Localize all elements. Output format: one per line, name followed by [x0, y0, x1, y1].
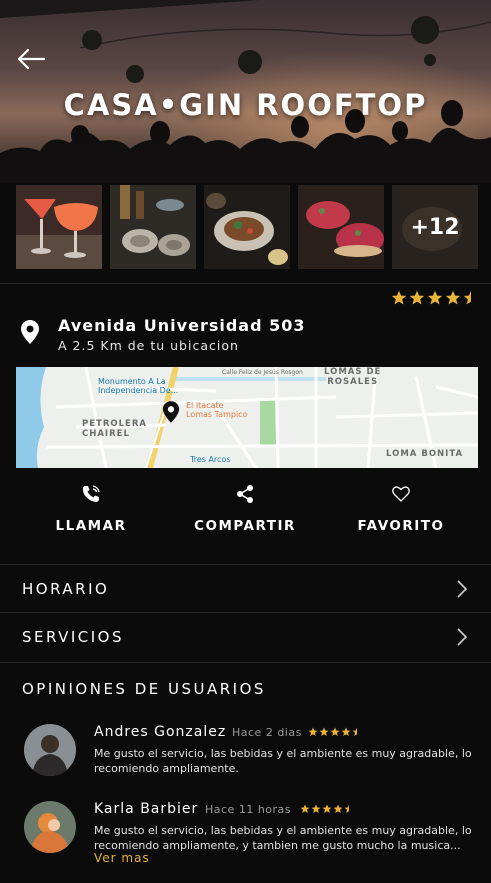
- divider: [0, 662, 491, 663]
- call-label: LLAMAR: [55, 518, 127, 534]
- star-full-icon: [311, 804, 321, 813]
- share-label: COMPARTIR: [194, 518, 296, 534]
- distance-text: A 2.5 Km de tu ubicacion: [58, 338, 239, 353]
- phone-icon: [82, 485, 100, 502]
- map-marker-icon: [162, 401, 180, 423]
- star-full-icon: [330, 727, 340, 736]
- review-time: Hace 11 horas: [205, 803, 292, 816]
- star-full-icon: [319, 727, 329, 736]
- star-full-icon: [300, 804, 310, 813]
- review-item: Andres Gonzalez Hace 2 dias Me gusto el …: [22, 724, 482, 794]
- user-photo: [24, 724, 76, 776]
- more-photos-count: +12: [392, 185, 478, 269]
- tacos-image: [204, 185, 290, 269]
- review-item: Karla Barbier Hace 11 horas Me gusto el …: [22, 801, 482, 871]
- map-label-petrolera: PETROLERA CHAIREL: [82, 419, 147, 439]
- avatar: [24, 801, 76, 853]
- map-label-itacate: El Itacate Lomas Tampico: [186, 401, 248, 419]
- rooftop-decoration: [0, 0, 491, 83]
- review-stars: [300, 804, 354, 814]
- star-half-icon: [463, 290, 471, 305]
- review-time: Hace 2 dias: [232, 726, 302, 739]
- star-full-icon: [427, 290, 443, 305]
- hero-banner: CASA•GIN ROOFTOP: [0, 0, 491, 183]
- gallery-photo-dish[interactable]: [298, 185, 384, 269]
- gallery-photo-cocktails[interactable]: [16, 185, 102, 269]
- divider: [0, 564, 491, 565]
- map-label-tres-arcos: Tres Arcos: [190, 455, 231, 464]
- location-map[interactable]: LOMAS DE ROSALES Monumento A La Independ…: [16, 367, 478, 468]
- services-row[interactable]: SERVICIOS: [0, 614, 491, 660]
- gallery-photo-tacos[interactable]: [204, 185, 290, 269]
- star-full-icon: [391, 290, 407, 305]
- star-full-icon: [322, 804, 332, 813]
- reviews-title: OPINIONES DE USUARIOS: [22, 680, 266, 698]
- chevron-right-icon: [457, 580, 468, 598]
- avatar: [24, 724, 76, 776]
- oysters-image: [110, 185, 196, 269]
- star-half-icon: [344, 804, 349, 813]
- gallery-more-photos[interactable]: +12: [392, 185, 478, 269]
- hours-row[interactable]: HORARIO: [0, 566, 491, 612]
- divider: [0, 283, 491, 284]
- action-bar: LLAMAR COMPARTIR FAVORITO: [0, 482, 491, 544]
- chevron-right-icon: [457, 628, 468, 646]
- favorite-button[interactable]: FAVORITO: [326, 482, 476, 544]
- venue-title: CASA•GIN ROOFTOP: [63, 88, 428, 122]
- gallery-photo-oysters[interactable]: [110, 185, 196, 269]
- map-label-lomas-rosales: LOMAS DE ROSALES: [324, 367, 382, 387]
- services-label: SERVICIOS: [22, 628, 125, 646]
- share-icon: [237, 485, 253, 503]
- call-button[interactable]: LLAMAR: [16, 482, 166, 544]
- review-text: Me gusto el servicio, las bebidas y el a…: [94, 824, 472, 852]
- photo-gallery: +12: [16, 185, 486, 269]
- divider: [0, 612, 491, 613]
- heart-icon: [392, 486, 410, 502]
- star-full-icon: [308, 727, 318, 736]
- reviewer-name: Karla Barbier: [94, 801, 199, 817]
- star-full-icon: [409, 290, 425, 305]
- star-half-icon: [352, 727, 357, 736]
- review-text: Me gusto el servicio, las bebidas y el a…: [94, 747, 472, 775]
- favorite-label: FAVORITO: [357, 518, 445, 534]
- address-block: Avenida Universidad 503 A 2.5 Km de tu u…: [20, 316, 480, 356]
- see-more-link[interactable]: Ver mas: [94, 851, 150, 865]
- hours-label: HORARIO: [22, 580, 110, 598]
- map-label-street: Calle Feliz de Jesús Rosgon: [222, 369, 303, 376]
- star-full-icon: [333, 804, 343, 813]
- map-label-loma-bonita: LOMA BONITA: [386, 449, 464, 459]
- address-line: Avenida Universidad 503: [58, 316, 306, 335]
- back-arrow-icon[interactable]: [14, 44, 48, 74]
- location-pin-icon: [21, 320, 39, 344]
- star-full-icon: [445, 290, 461, 305]
- share-button[interactable]: COMPARTIR: [170, 482, 320, 544]
- star-full-icon: [341, 727, 351, 736]
- venue-rating: [391, 290, 479, 306]
- user-photo: [24, 801, 76, 853]
- dish-image: [298, 185, 384, 269]
- review-stars: [308, 727, 362, 737]
- cocktails-image: [16, 185, 102, 269]
- reviewer-name: Andres Gonzalez: [94, 724, 227, 740]
- map-label-monumento: Monumento A La Independencia De...: [98, 377, 179, 395]
